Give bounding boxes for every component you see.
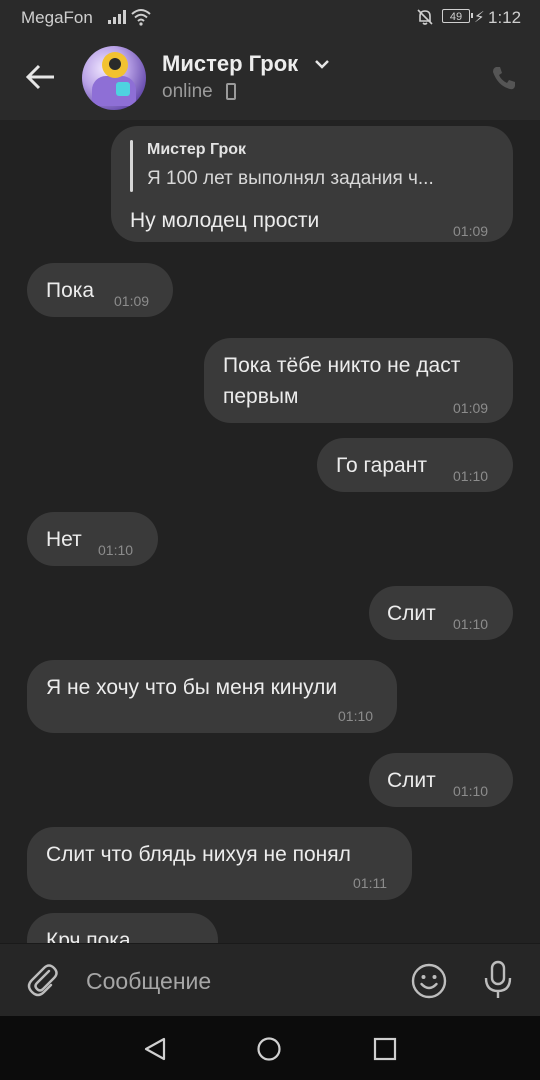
message-text: Го гарант (336, 454, 427, 477)
message-bubble-outgoing[interactable]: Слит 01:10 (369, 753, 513, 807)
contact-status: online (162, 81, 213, 102)
message-time: 01:10 (453, 783, 489, 799)
message-composer (0, 943, 540, 1016)
message-time: 01:10 (453, 468, 489, 484)
message-time: 01:10 (98, 542, 134, 558)
charging-icon: ⚡ (474, 9, 485, 26)
smiley-icon[interactable] (410, 962, 448, 1000)
message-text: Нет (46, 528, 82, 551)
phone-icon[interactable] (490, 64, 518, 92)
message-input[interactable] (86, 962, 386, 1000)
nav-back-icon[interactable] (142, 1036, 168, 1062)
message-bubble-outgoing[interactable]: Пока тёбе никто не даст первым 01:09 (204, 338, 513, 423)
battery-icon: 49 (442, 9, 473, 23)
chat-header: Мистер Грок online (0, 36, 540, 120)
message-text: Я не хочу что бы меня кинули (46, 676, 338, 699)
message-time: 01:09 (453, 400, 489, 416)
microphone-icon[interactable] (482, 960, 514, 1000)
arrow-left-icon[interactable] (24, 60, 58, 94)
nav-home-icon[interactable] (256, 1036, 282, 1062)
avatar[interactable] (82, 46, 146, 110)
message-time: 01:09 (453, 223, 489, 239)
chevron-down-icon[interactable] (314, 58, 330, 70)
message-bubble-outgoing[interactable]: Го гарант 01:10 (317, 438, 513, 492)
contact-name[interactable]: Мистер Грок (162, 51, 298, 77)
mobile-device-icon (226, 83, 236, 100)
wifi-icon (131, 9, 151, 26)
message-text: Ну молодец прости (130, 209, 320, 232)
signal-icon (108, 10, 126, 24)
reply-author: Мистер Грок (147, 141, 247, 158)
message-bubble-incoming[interactable]: Я не хочу что бы меня кинули 01:10 (27, 660, 397, 733)
message-text: Слит (387, 769, 436, 792)
message-bubble-incoming[interactable]: Пока 01:09 (27, 263, 173, 317)
message-text: Пока (46, 279, 95, 302)
message-text: Пока тёбе никто не даст (223, 354, 461, 377)
message-list[interactable]: Мистер Грок Я 100 лет выполнял задания ч… (0, 120, 540, 943)
message-bubble-outgoing[interactable]: Мистер Грок Я 100 лет выполнял задания ч… (111, 126, 513, 242)
message-bubble-outgoing[interactable]: Слит 01:10 (369, 586, 513, 640)
message-time: 01:09 (114, 293, 150, 309)
status-time: 1:12 (488, 8, 522, 27)
message-bubble-incoming[interactable]: Крч пока (27, 913, 218, 943)
muted-bell-icon (417, 9, 433, 25)
message-text: Крч пока (46, 929, 131, 943)
message-text: Слит (387, 602, 436, 625)
message-text: Слит что блядь нихуя не понял (46, 843, 351, 866)
reply-text: Я 100 лет выполнял задания ч... (147, 168, 434, 189)
status-bar: MegaFon 49 ⚡ 1:12 (0, 0, 540, 36)
message-text: первым (223, 385, 299, 408)
nav-recents-icon[interactable] (372, 1036, 398, 1062)
message-time: 01:11 (353, 875, 387, 891)
message-time: 01:10 (338, 708, 374, 724)
message-time: 01:10 (453, 616, 489, 632)
paperclip-icon[interactable] (25, 962, 59, 998)
message-bubble-incoming[interactable]: Слит что блядь нихуя не понял 01:11 (27, 827, 412, 900)
message-bubble-incoming[interactable]: Нет 01:10 (27, 512, 158, 566)
system-navigation-bar (0, 1016, 540, 1080)
carrier-name: MegaFon (21, 8, 93, 27)
reply-quote-bar (130, 140, 133, 192)
